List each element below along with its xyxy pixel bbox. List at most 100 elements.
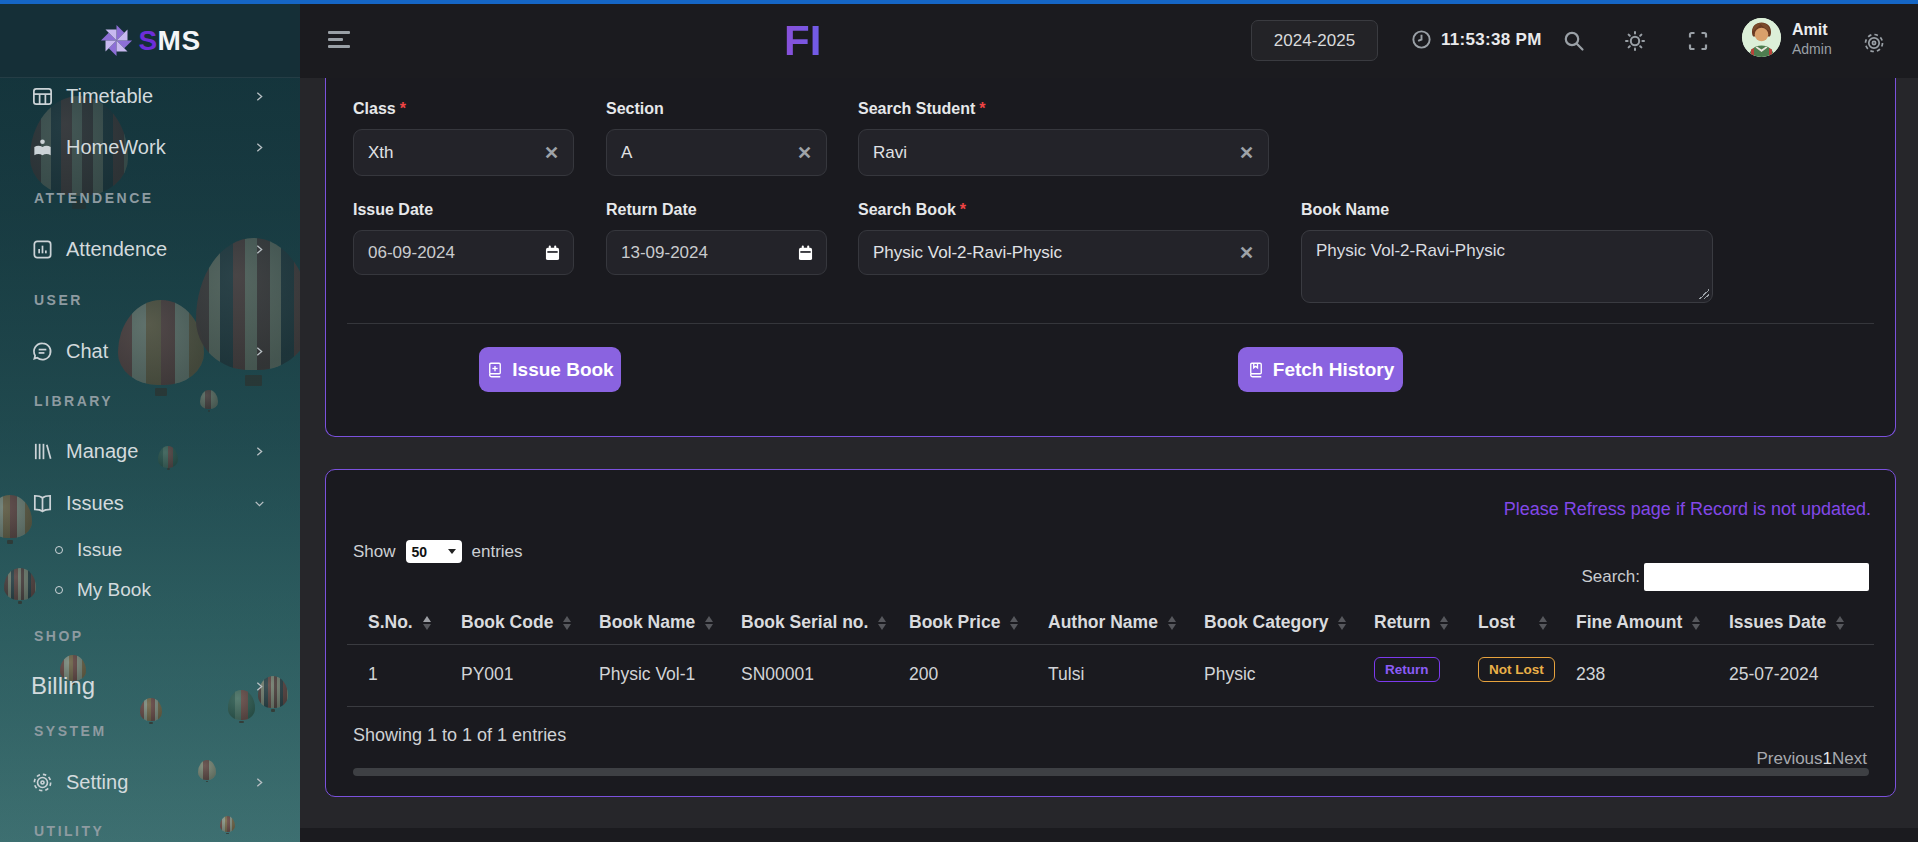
sidebar-item-manage[interactable]: Manage	[0, 429, 300, 473]
cell-sno: 1	[368, 664, 378, 685]
table-search: Search:	[1581, 563, 1869, 591]
chevron-right-icon	[253, 90, 266, 103]
not-lost-badge[interactable]: Not Lost	[1478, 657, 1555, 682]
sidebar-item-label: Timetable	[66, 85, 153, 108]
sidebar-item-setting[interactable]: Setting	[0, 760, 300, 804]
class-input[interactable]: Xth✕	[353, 129, 574, 176]
book-plus-icon	[486, 361, 504, 379]
search-icon[interactable]	[1562, 29, 1586, 53]
clear-icon[interactable]: ✕	[1239, 142, 1254, 164]
hamburger-menu-icon[interactable]	[328, 31, 350, 49]
top-header: FI 2024-2025 11:53:38 PM Amit Admin	[300, 4, 1918, 78]
column-header-book-price[interactable]: Book Price	[909, 612, 1018, 633]
clear-icon[interactable]: ✕	[1239, 242, 1254, 264]
pagination-next[interactable]: Next	[1832, 749, 1867, 768]
sidebar-item-homework[interactable]: HomeWork	[0, 125, 300, 169]
timetable-icon	[31, 85, 54, 108]
book-name-textarea[interactable]: Physic Vol-2-Ravi-Physic	[1301, 230, 1713, 303]
search-student-input[interactable]: Ravi✕	[858, 129, 1269, 176]
sidebar-section-user: USER	[34, 290, 83, 310]
user-info[interactable]: Amit Admin	[1792, 21, 1832, 57]
column-header-book-category[interactable]: Book Category	[1204, 612, 1346, 633]
pagination-previous[interactable]: Previous	[1756, 749, 1822, 768]
column-header-issues-date[interactable]: Issues Date	[1729, 612, 1844, 633]
column-header-author-name[interactable]: Author Name	[1048, 612, 1176, 633]
sidebar-subitem-issue[interactable]: Issue	[0, 530, 300, 570]
sidebar-item-chat[interactable]: Chat	[0, 329, 300, 373]
return-badge[interactable]: Return	[1374, 657, 1440, 682]
cell-book-category: Physic	[1204, 664, 1256, 685]
refresh-notice: Please Refress page if Record is not upd…	[1504, 499, 1871, 520]
resize-grip-icon[interactable]	[1699, 289, 1709, 299]
section-input[interactable]: A✕	[606, 129, 827, 176]
app-logo[interactable]: SMS	[0, 4, 300, 78]
sidebar-nav: Timetable HomeWork ATTENDENCE Attendence…	[0, 0, 300, 842]
fullscreen-icon[interactable]	[1686, 29, 1710, 53]
column-header-return[interactable]: Return	[1374, 612, 1448, 633]
homework-icon	[31, 136, 54, 159]
bookshelf-icon	[31, 440, 54, 463]
sidebar-item-issues[interactable]: Issues	[0, 481, 300, 525]
column-header-fine-amount[interactable]: Fine Amount	[1576, 612, 1700, 633]
table-row-divider	[347, 706, 1874, 707]
sidebar-item-label: HomeWork	[66, 136, 166, 159]
chevron-right-icon	[253, 141, 266, 154]
issue-date-input[interactable]: 06-09-2024	[353, 230, 574, 275]
sidebar-subitem-label: Issue	[77, 539, 122, 561]
table-search-input[interactable]	[1644, 563, 1869, 591]
clear-icon[interactable]: ✕	[544, 142, 559, 164]
column-header-book-name[interactable]: Book Name	[599, 612, 713, 633]
table-header-divider	[347, 644, 1874, 645]
cell-book-code: PY001	[461, 664, 514, 685]
sort-icon	[705, 616, 713, 630]
sidebar-item-attendence[interactable]: Attendence	[0, 227, 300, 271]
search-student-label: Search Student*	[858, 100, 986, 118]
sort-icon	[1010, 616, 1018, 630]
sidebar-item-billing[interactable]: Billing	[0, 664, 300, 708]
logo-text-ms: MS	[158, 25, 201, 57]
sort-icon	[423, 616, 431, 630]
gear-icon	[31, 771, 54, 794]
issued-books-table-card: Please Refress page if Record is not upd…	[325, 469, 1896, 797]
column-header-sno[interactable]: S.No.	[368, 612, 431, 633]
calendar-icon[interactable]	[545, 245, 560, 261]
page-size-select[interactable]: 50	[406, 540, 462, 563]
form-divider	[347, 323, 1874, 324]
search-book-input[interactable]: Physic Vol-2-Ravi-Physic✕	[858, 230, 1269, 275]
sidebar-subitem-my-book[interactable]: My Book	[0, 570, 300, 610]
sidebar-item-label: Billing	[31, 672, 95, 700]
column-header-book-code[interactable]: Book Code	[461, 612, 571, 633]
sort-icon	[1338, 616, 1346, 630]
sidebar-item-label: Attendence	[66, 238, 167, 261]
pagination-page-1[interactable]: 1	[1823, 749, 1832, 768]
entries-label: entries	[472, 542, 523, 562]
clear-icon[interactable]: ✕	[797, 142, 812, 164]
brightness-icon[interactable]	[1623, 29, 1647, 53]
main-content: Class* Xth✕ Section A✕ Search Student* R…	[300, 78, 1918, 842]
chevron-right-icon	[253, 776, 266, 789]
sidebar-item-timetable[interactable]: Timetable	[0, 74, 300, 118]
top-progress-bar	[0, 0, 1918, 4]
issue-date-label: Issue Date	[353, 201, 433, 219]
user-name: Amit	[1792, 21, 1832, 39]
cell-author-name: Tulsi	[1048, 664, 1084, 685]
issue-book-button[interactable]: Issue Book	[479, 347, 621, 392]
logo-text-s: S	[138, 25, 157, 57]
sidebar-item-label: Manage	[66, 440, 138, 463]
column-header-book-serial[interactable]: Book Serial no.	[741, 612, 886, 633]
cell-fine-amount: 238	[1576, 664, 1605, 685]
sort-icon	[1539, 616, 1547, 630]
fetch-history-button[interactable]: Fetch History	[1238, 347, 1403, 392]
session-year-select[interactable]: 2024-2025	[1251, 20, 1378, 61]
gear-icon[interactable]	[1862, 31, 1886, 55]
user-role: Admin	[1792, 41, 1832, 57]
issue-book-form-card: Class* Xth✕ Section A✕ Search Student* R…	[325, 78, 1896, 437]
sidebar-section-attendence: ATTENDENCE	[34, 188, 154, 208]
column-header-lost[interactable]: Lost	[1478, 612, 1547, 633]
return-date-label: Return Date	[606, 201, 697, 219]
return-date-input[interactable]: 13-09-2024	[606, 230, 827, 275]
section-label: Section	[606, 100, 664, 118]
horizontal-scrollbar[interactable]	[353, 768, 1869, 776]
user-avatar[interactable]	[1742, 18, 1781, 57]
calendar-icon[interactable]	[798, 245, 813, 261]
